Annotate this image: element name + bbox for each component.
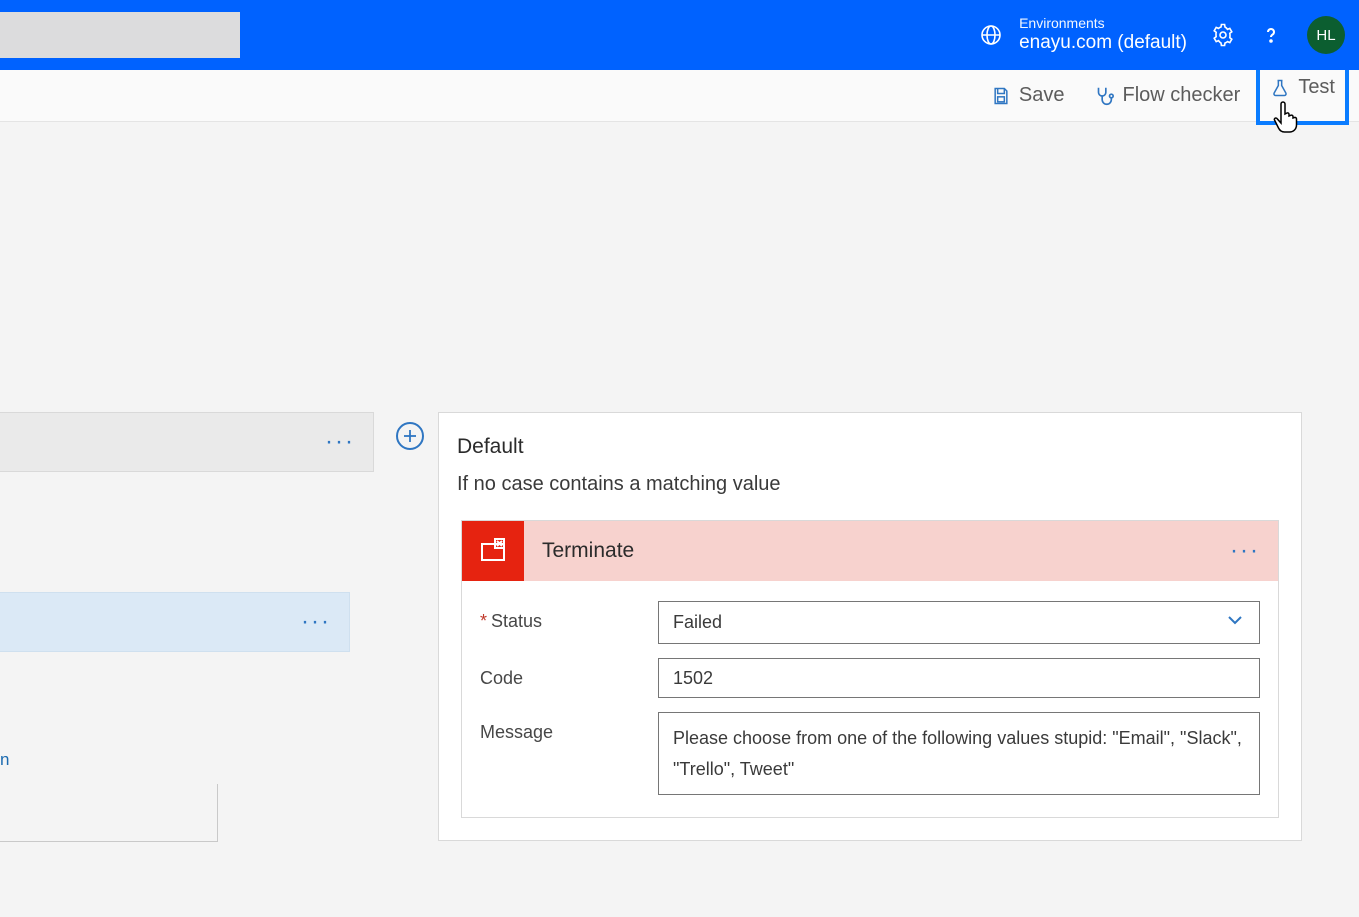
code-value: 1502 (673, 668, 713, 689)
app-header: Environments enayu.com (default) HL (0, 0, 1359, 70)
search-input[interactable] (0, 12, 240, 58)
default-case-card: Default If no case contains a matching v… (438, 412, 1302, 841)
case-container-partial (0, 784, 218, 842)
test-button[interactable]: Test (1256, 66, 1349, 125)
terminate-step: Terminate ··· *Status Failed Code (461, 520, 1279, 818)
avatar[interactable]: HL (1307, 16, 1345, 54)
terminate-header[interactable]: Terminate ··· (462, 521, 1278, 581)
stethoscope-icon (1093, 85, 1115, 107)
more-icon[interactable]: ··· (1230, 537, 1278, 565)
status-label: *Status (480, 601, 658, 632)
help-button[interactable] (1259, 23, 1283, 47)
terminate-title: Terminate (524, 539, 1230, 563)
code-label: Code (480, 658, 658, 689)
status-value: Failed (673, 612, 722, 633)
message-row: Message Please choose from one of the fo… (480, 712, 1260, 795)
more-icon[interactable]: ··· (325, 436, 355, 448)
flow-checker-button[interactable]: Flow checker (1081, 76, 1253, 115)
code-row: Code 1502 (480, 658, 1260, 698)
command-bar: Save Flow checker Test (0, 70, 1359, 122)
header-right: Environments enayu.com (default) HL (979, 0, 1345, 70)
environments-label: Environments (1019, 15, 1187, 32)
flow-canvas[interactable]: ··· ··· n Default If no case contains a … (0, 122, 1359, 917)
save-button[interactable]: Save (979, 76, 1077, 115)
save-icon (991, 86, 1011, 106)
message-label: Message (480, 712, 658, 743)
default-case-subtitle: If no case contains a matching value (439, 467, 1301, 520)
avatar-initials: HL (1316, 27, 1335, 44)
action-card-partial[interactable]: ··· (0, 592, 350, 652)
chevron-down-icon (1225, 610, 1245, 635)
plus-icon (402, 428, 418, 444)
flask-icon (1270, 78, 1290, 98)
default-case-title: Default (439, 413, 1301, 467)
terminate-body: *Status Failed Code 1502 Message (462, 581, 1278, 817)
settings-button[interactable] (1211, 23, 1235, 47)
save-label: Save (1019, 84, 1065, 107)
add-case-button[interactable] (396, 422, 424, 450)
flow-checker-label: Flow checker (1123, 84, 1241, 107)
terminate-icon (462, 521, 524, 581)
status-dropdown[interactable]: Failed (658, 601, 1260, 644)
case-card-partial[interactable]: ··· (0, 412, 374, 472)
message-input[interactable]: Please choose from one of the following … (658, 712, 1260, 795)
environment-name: enayu.com (default) (1019, 32, 1187, 55)
status-row: *Status Failed (480, 601, 1260, 644)
message-value: Please choose from one of the following … (673, 728, 1242, 779)
more-icon[interactable]: ··· (301, 616, 331, 628)
code-input[interactable]: 1502 (658, 658, 1260, 698)
environment-selector[interactable]: Environments enayu.com (default) (979, 15, 1187, 55)
test-label: Test (1298, 76, 1335, 99)
globe-icon (979, 23, 1003, 47)
add-action-link-fragment[interactable]: n (0, 750, 9, 770)
